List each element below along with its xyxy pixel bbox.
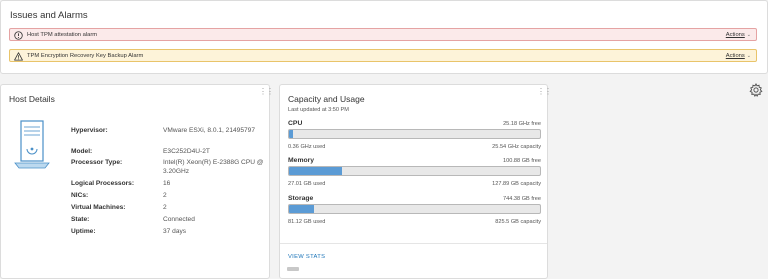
alarm-actions-link[interactable]: Actions ⌄ [726,32,751,38]
warning-icon [14,52,23,61]
divider [280,243,547,244]
view-stats-link[interactable]: VIEW STATS [288,254,325,260]
alarm-actions-link[interactable]: Actions ⌄ [726,53,751,59]
chevron-down-icon: ⌄ [746,53,751,59]
alarm-row-tpm-attestation: Host TPM attestation alarm Actions ⌄ [9,28,757,41]
capacity-title: Capacity and Usage [288,94,365,104]
server-icon [14,120,50,169]
issues-alarms-panel: Issues and Alarms Host TPM attestation a… [0,0,768,74]
host-details-card: Host Details ⋮⋮ Hypervisor: VMware ESXi,… [0,84,274,279]
chevron-down-icon: ⌄ [746,32,751,38]
issues-title: Issues and Alarms [10,10,88,21]
usage-bar [288,129,541,139]
last-updated-text: Last updated at 3:50 PM [288,107,349,113]
usage-bar-fill [289,130,293,138]
gear-icon[interactable] [749,83,763,97]
scrollbar-thumb[interactable] [287,267,299,271]
capacity-usage-card: Capacity and Usage ⋮⋮ Last updated at 3:… [279,84,552,279]
usage-bar-fill [289,205,314,213]
alarm-text: TPM Encryption Recovery Key Backup Alarm [27,53,144,59]
usage-bar [288,166,541,176]
alarm-text: Host TPM attestation alarm [27,32,98,38]
drag-handle-icon[interactable]: ⋮⋮ [537,88,552,96]
error-icon [14,31,23,40]
usage-bar [288,204,541,214]
drag-handle-icon[interactable]: ⋮⋮ [259,88,274,96]
usage-bar-fill [289,167,342,175]
host-details-title: Host Details [9,94,55,104]
alarm-row-tpm-encryption: TPM Encryption Recovery Key Backup Alarm… [9,49,757,62]
